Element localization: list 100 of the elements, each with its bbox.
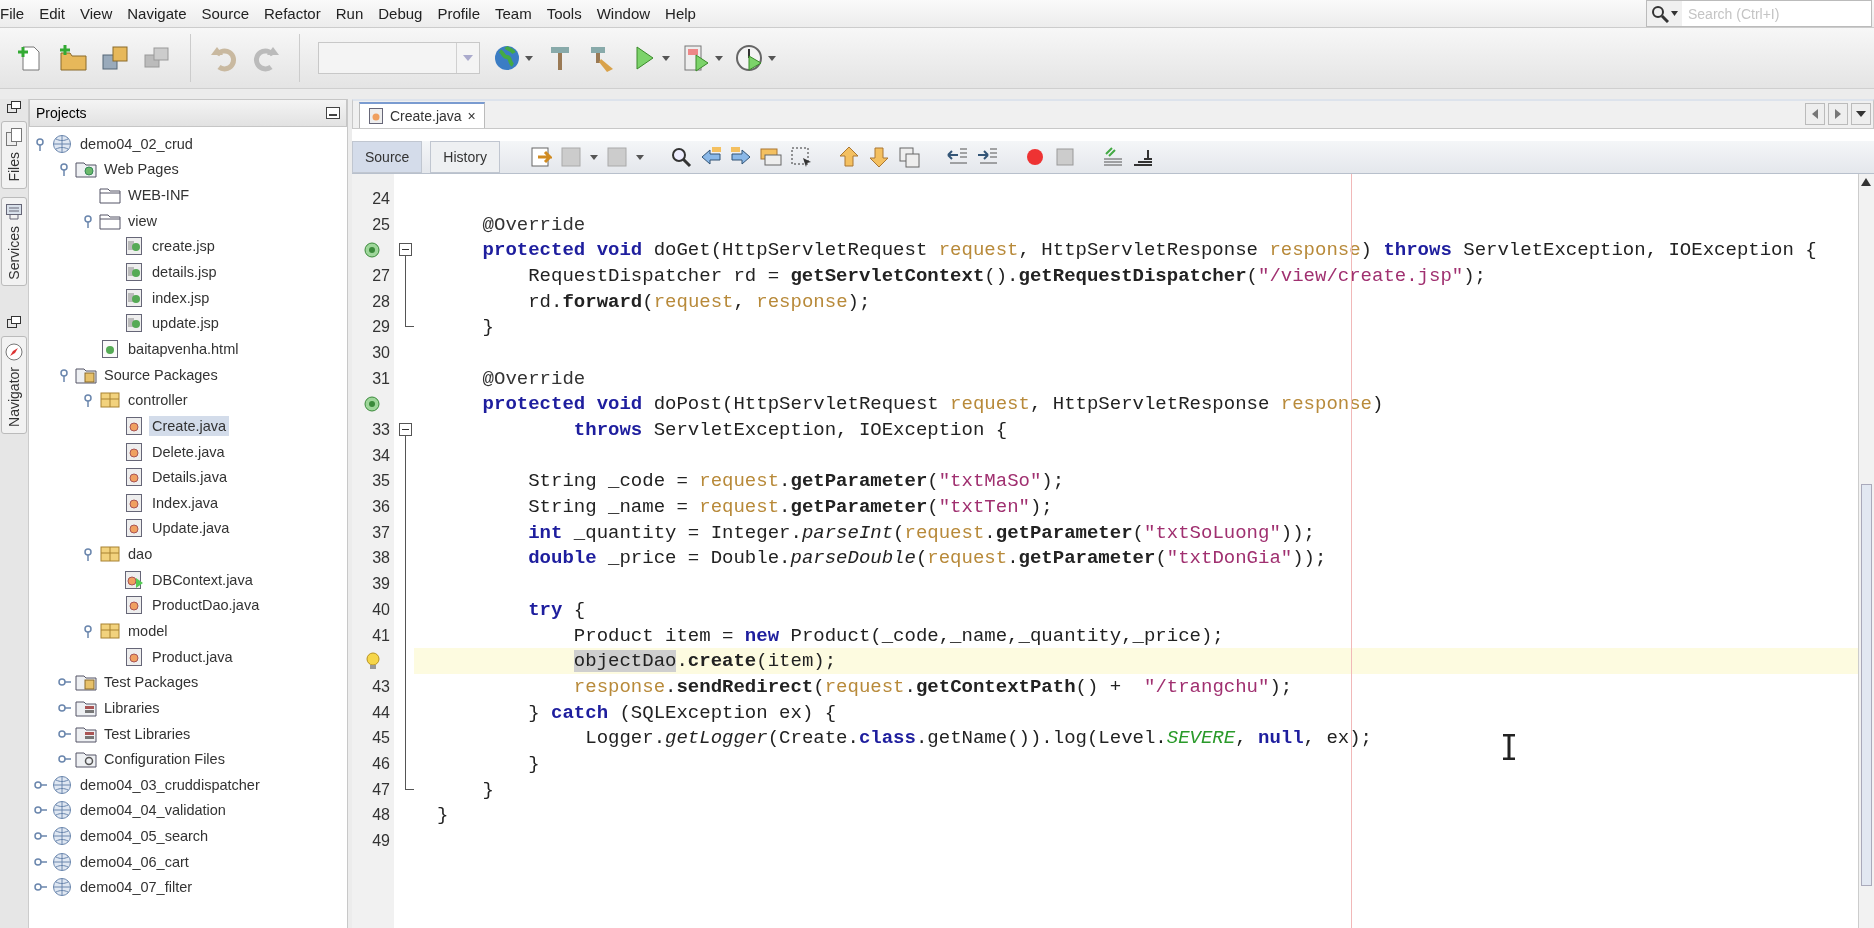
- expand-handle[interactable]: [81, 547, 95, 562]
- tree-item[interactable]: Create.java: [149, 415, 230, 436]
- restore-window-icon[interactable]: [7, 101, 21, 113]
- tree-item[interactable]: create.jsp: [149, 236, 218, 257]
- restore-window-icon[interactable]: [7, 316, 21, 329]
- side-tab[interactable]: Files: [1, 121, 27, 189]
- tree-item[interactable]: demo04_02_crud: [77, 133, 196, 154]
- side-tab[interactable]: Navigator: [1, 336, 27, 435]
- panel-title[interactable]: Projects: [36, 105, 87, 121]
- fold-toggle[interactable]: [399, 423, 412, 437]
- scroll-right-button[interactable]: [1828, 103, 1848, 125]
- line-number: 38: [372, 549, 390, 568]
- tree-item[interactable]: WEB-INF: [125, 185, 193, 206]
- tree-item[interactable]: index.jsp: [149, 287, 213, 308]
- tree-item[interactable]: Libraries: [101, 697, 163, 718]
- tree-item[interactable]: ProductDao.java: [149, 595, 263, 616]
- tree-item[interactable]: dao: [125, 544, 156, 565]
- menu-item[interactable]: Refactor: [264, 5, 321, 22]
- line-number: 44: [372, 703, 390, 722]
- caret-icon[interactable]: [1856, 111, 1866, 117]
- find-next-icon[interactable]: [729, 146, 752, 168]
- editor-tab[interactable]: Create.java ×: [359, 102, 485, 128]
- search-icon[interactable]: [1651, 4, 1669, 23]
- menu-item[interactable]: Navigate: [127, 5, 187, 22]
- tree-item[interactable]: demo04_06_cart: [77, 851, 192, 872]
- tree-item[interactable]: model: [125, 621, 171, 641]
- expand-handle[interactable]: [57, 162, 71, 177]
- minimize-icon[interactable]: [326, 107, 340, 119]
- tree-item[interactable]: Web Pages: [101, 159, 182, 180]
- menu-item[interactable]: Debug: [378, 5, 423, 22]
- find-previous-icon[interactable]: [699, 146, 722, 168]
- menu-item[interactable]: Run: [335, 5, 364, 22]
- bookmark-icon[interactable]: [897, 146, 920, 168]
- comment-icon[interactable]: [1101, 146, 1124, 168]
- override-icon[interactable]: [364, 242, 380, 259]
- caret-icon[interactable]: [1671, 11, 1678, 16]
- caret-icon[interactable]: [589, 154, 598, 160]
- menu-item[interactable]: Team: [495, 5, 532, 22]
- tree-item[interactable]: demo04_03_cruddispatcher: [77, 774, 263, 795]
- tree-item[interactable]: Product.java: [149, 646, 236, 667]
- tree-item[interactable]: Delete.java: [149, 441, 228, 462]
- search-icon[interactable]: [669, 146, 692, 168]
- tree-item[interactable]: baitapvenha.html: [125, 338, 242, 359]
- up-arrow-icon[interactable]: [1861, 178, 1871, 186]
- new-project-icon[interactable]: [58, 43, 88, 73]
- tree-item[interactable]: Configuration Files: [101, 749, 228, 770]
- down-arrow-icon[interactable]: [867, 146, 890, 168]
- tree-item[interactable]: Source Packages: [101, 364, 221, 385]
- tree-item[interactable]: Test Packages: [101, 672, 202, 693]
- tab-list-button[interactable]: [1851, 103, 1871, 125]
- side-tab[interactable]: Services: [1, 196, 27, 287]
- caret-icon[interactable]: [715, 55, 723, 61]
- tree-item[interactable]: demo04_04_validation: [77, 800, 229, 821]
- globe-icon[interactable]: [492, 43, 522, 73]
- tree-item[interactable]: Index.java: [149, 492, 222, 513]
- tree-item[interactable]: Update.java: [149, 518, 233, 539]
- tree-item[interactable]: Test Libraries: [101, 723, 194, 744]
- expand-handle[interactable]: [57, 367, 71, 382]
- light-bulb-icon[interactable]: [366, 652, 380, 671]
- view-tab[interactable]: Source: [352, 141, 423, 173]
- close-button[interactable]: ×: [467, 108, 476, 124]
- menu-item[interactable]: Source: [201, 5, 249, 22]
- highlight-icon[interactable]: [759, 146, 782, 168]
- tree-item[interactable]: Details.java: [149, 467, 230, 488]
- stop-icon[interactable]: [1053, 146, 1076, 168]
- tree-item[interactable]: update.jsp: [149, 313, 222, 334]
- menu-item[interactable]: Help: [665, 5, 696, 22]
- menu-item[interactable]: Window: [596, 5, 651, 22]
- fold-toggle[interactable]: [399, 243, 412, 257]
- scrollbar[interactable]: [1858, 174, 1874, 928]
- java-class-icon: [125, 467, 143, 488]
- menu-item[interactable]: File: [0, 5, 25, 22]
- expand-handle[interactable]: [33, 136, 47, 151]
- code-line: String _code = request.getParameter("txtMaSo");: [527, 470, 1065, 493]
- jsp-file-icon: [125, 287, 143, 308]
- rectangle-selection-icon[interactable]: [789, 146, 812, 168]
- view-tab[interactable]: History: [430, 141, 500, 173]
- profile-icon[interactable]: [735, 43, 765, 73]
- caret-icon[interactable]: [635, 154, 644, 160]
- tree-item[interactable]: controller: [125, 390, 191, 411]
- last-edit-icon[interactable]: [529, 146, 552, 168]
- tree-item[interactable]: view: [125, 210, 160, 231]
- tree-item[interactable]: DBContext.java: [149, 569, 256, 590]
- scroll-left-button[interactable]: [1805, 103, 1825, 125]
- override-icon[interactable]: [364, 396, 380, 413]
- menu-item[interactable]: Profile: [437, 5, 480, 22]
- expand-handle[interactable]: [81, 393, 95, 408]
- menu-item[interactable]: View: [80, 5, 113, 22]
- open-project-icon[interactable]: [100, 43, 130, 73]
- tree-item[interactable]: details.jsp: [149, 262, 220, 282]
- tree-item[interactable]: demo04_07_filter: [77, 877, 196, 898]
- menu-item[interactable]: Tools: [546, 5, 582, 22]
- caret-icon[interactable]: [525, 55, 533, 61]
- menu-item[interactable]: Edit: [39, 5, 66, 22]
- caret-icon[interactable]: [768, 55, 776, 61]
- expand-handle[interactable]: [81, 213, 95, 228]
- expand-handle[interactable]: [81, 624, 95, 638]
- caret-icon[interactable]: [662, 55, 670, 61]
- tree-item[interactable]: demo04_05_search: [77, 826, 212, 847]
- search-field[interactable]: Search (Ctrl+I): [1646, 0, 1872, 27]
